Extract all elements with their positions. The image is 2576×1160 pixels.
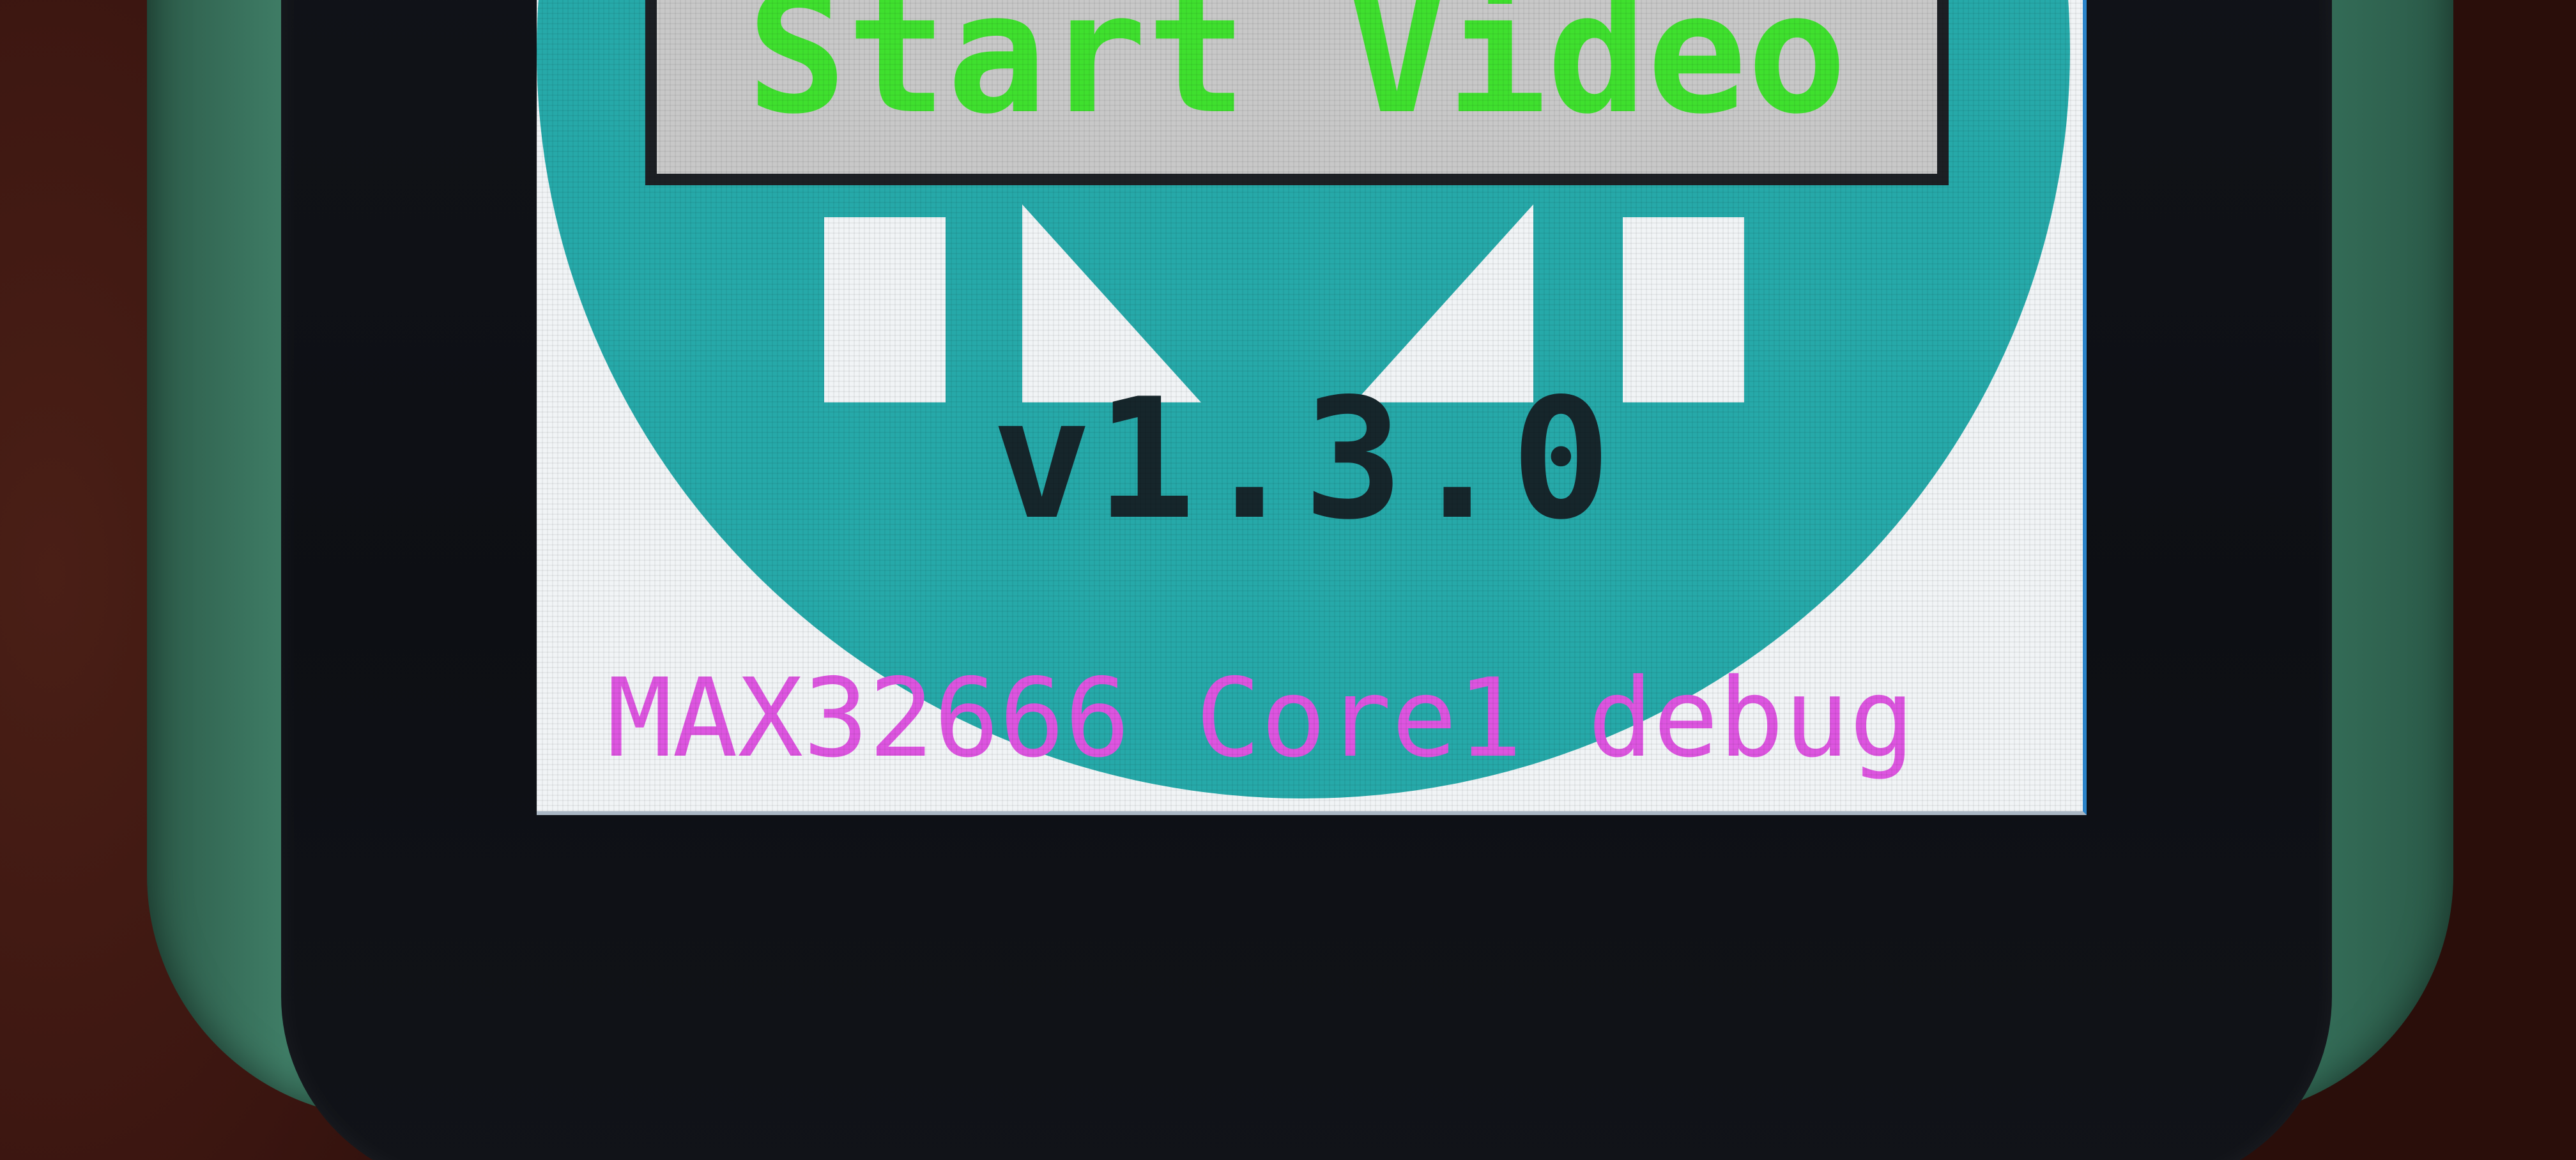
start-video-label: Start Video bbox=[747, 0, 1847, 151]
debug-status-text: MAX32666 Core1 debug bbox=[607, 655, 1915, 782]
lcd-screen: Start Video v1.3.0 MAX32666 Core1 debug bbox=[537, 0, 2087, 815]
maxim-logo-right-bar bbox=[1623, 217, 1744, 402]
firmware-version: v1.3.0 bbox=[992, 363, 1615, 556]
device-photo: Start Video v1.3.0 MAX32666 Core1 debug bbox=[0, 0, 2576, 1160]
start-video-button[interactable]: Start Video bbox=[645, 0, 1949, 185]
maxim-logo-left-bar bbox=[824, 217, 946, 402]
